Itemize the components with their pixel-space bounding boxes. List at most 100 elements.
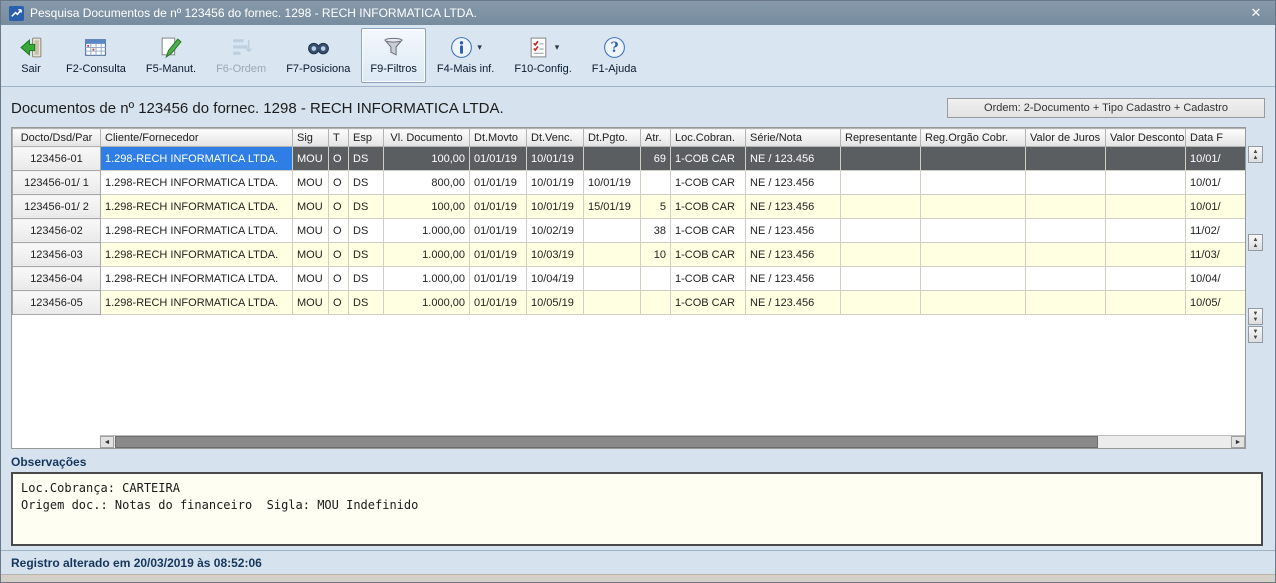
grid-cell[interactable]: [921, 195, 1026, 219]
grid-cell[interactable]: DS: [349, 267, 384, 291]
dropdown-arrow-icon[interactable]: ▾: [477, 42, 482, 53]
row-header-cell[interactable]: 123456-04: [13, 267, 101, 291]
grid-cell[interactable]: [584, 219, 641, 243]
column-header[interactable]: Vl. Documento: [384, 129, 470, 147]
grid-cell[interactable]: 11/03/: [1186, 243, 1247, 267]
grid-cell[interactable]: [1026, 171, 1106, 195]
table-row[interactable]: 123456-051.298-RECH INFORMATICA LTDA.MOU…: [13, 291, 1247, 315]
column-header[interactable]: Esp: [349, 129, 384, 147]
grid-cell[interactable]: O: [329, 147, 349, 171]
grid-cell[interactable]: 1-COB CAR: [671, 171, 746, 195]
grid-cell[interactable]: 10/04/: [1186, 267, 1247, 291]
grid-cell[interactable]: MOU: [293, 147, 329, 171]
toolbar-button-posiciona[interactable]: F7-Posiciona: [277, 28, 359, 83]
grid-cell[interactable]: 01/01/19: [470, 243, 527, 267]
table-row[interactable]: 123456-031.298-RECH INFORMATICA LTDA.MOU…: [13, 243, 1247, 267]
grid-cell[interactable]: MOU: [293, 243, 329, 267]
grid-cell[interactable]: [1106, 219, 1186, 243]
grid-cell[interactable]: MOU: [293, 291, 329, 315]
grid-cell[interactable]: [1026, 219, 1106, 243]
grid-cell[interactable]: 10/02/19: [527, 219, 584, 243]
table-row[interactable]: 123456-01/ 11.298-RECH INFORMATICA LTDA.…: [13, 171, 1247, 195]
grid-cell[interactable]: 38: [641, 219, 671, 243]
grid-cell[interactable]: [921, 219, 1026, 243]
grid-cell[interactable]: 1-COB CAR: [671, 291, 746, 315]
row-header-cell[interactable]: 123456-01/ 2: [13, 195, 101, 219]
grid-cell[interactable]: [1106, 243, 1186, 267]
grid-cell[interactable]: O: [329, 267, 349, 291]
column-header[interactable]: Docto/Dsd/Par: [13, 129, 101, 147]
grid-cell[interactable]: O: [329, 171, 349, 195]
grid-cell[interactable]: O: [329, 243, 349, 267]
grid-cell[interactable]: [584, 291, 641, 315]
grid-cell[interactable]: [1106, 267, 1186, 291]
grid-cell[interactable]: [641, 171, 671, 195]
grid-cell[interactable]: DS: [349, 291, 384, 315]
column-header[interactable]: Dt.Movto: [470, 129, 527, 147]
grid-cell[interactable]: 11/02/: [1186, 219, 1247, 243]
toolbar-button-config[interactable]: ▾F10-Config.: [505, 28, 580, 83]
toolbar-button-manut[interactable]: F5-Manut.: [137, 28, 205, 83]
grid-cell[interactable]: [1026, 195, 1106, 219]
column-header[interactable]: Sig: [293, 129, 329, 147]
toolbar-button-info[interactable]: ▾F4-Mais inf.: [428, 28, 503, 83]
column-header[interactable]: Dt.Pgto.: [584, 129, 641, 147]
table-row[interactable]: 123456-021.298-RECH INFORMATICA LTDA.MOU…: [13, 219, 1247, 243]
grid-cell[interactable]: 10/03/19: [527, 243, 584, 267]
column-header[interactable]: Reg.Orgão Cobr.: [921, 129, 1026, 147]
column-header[interactable]: Valor de Juros: [1026, 129, 1106, 147]
order-button[interactable]: Ordem: 2-Documento + Tipo Cadastro + Cad…: [947, 98, 1265, 118]
scroll-prior-button[interactable]: ▲▲: [1248, 234, 1263, 251]
grid-cell[interactable]: 15/01/19: [584, 195, 641, 219]
column-header[interactable]: T: [329, 129, 349, 147]
grid-cell[interactable]: 10: [641, 243, 671, 267]
grid-cell[interactable]: 1.298-RECH INFORMATICA LTDA.: [101, 195, 293, 219]
grid-cell[interactable]: 01/01/19: [470, 195, 527, 219]
grid-cell[interactable]: 01/01/19: [470, 171, 527, 195]
grid-cell[interactable]: [1026, 267, 1106, 291]
grid-cell[interactable]: 1.000,00: [384, 267, 470, 291]
grid-cell[interactable]: 1.298-RECH INFORMATICA LTDA.: [101, 291, 293, 315]
grid-cell[interactable]: 5: [641, 195, 671, 219]
grid-cell[interactable]: 1.298-RECH INFORMATICA LTDA.: [101, 147, 293, 171]
scroll-last-button[interactable]: ▼▼: [1248, 326, 1263, 343]
grid-cell[interactable]: 10/01/19: [527, 171, 584, 195]
grid-cell[interactable]: 1-COB CAR: [671, 219, 746, 243]
grid-cell[interactable]: [641, 291, 671, 315]
scroll-first-button[interactable]: ▲▲: [1248, 146, 1263, 163]
grid-cell[interactable]: NE / 123.456: [746, 243, 841, 267]
grid-cell[interactable]: 1-COB CAR: [671, 267, 746, 291]
close-icon[interactable]: ✕: [1245, 5, 1267, 21]
grid-cell[interactable]: 10/01/19: [584, 171, 641, 195]
table-row[interactable]: 123456-01/ 21.298-RECH INFORMATICA LTDA.…: [13, 195, 1247, 219]
row-header-cell[interactable]: 123456-02: [13, 219, 101, 243]
grid-cell[interactable]: [921, 267, 1026, 291]
grid-cell[interactable]: 10/01/: [1186, 195, 1247, 219]
grid-cell[interactable]: DS: [349, 243, 384, 267]
grid-cell[interactable]: DS: [349, 171, 384, 195]
grid-cell[interactable]: 1.000,00: [384, 243, 470, 267]
scroll-next-button[interactable]: ▼▼: [1248, 308, 1263, 325]
grid-cell[interactable]: 69: [641, 147, 671, 171]
grid-cell[interactable]: [921, 147, 1026, 171]
grid-cell[interactable]: 10/04/19: [527, 267, 584, 291]
grid-cell[interactable]: [841, 267, 921, 291]
table-row[interactable]: 123456-011.298-RECH INFORMATICA LTDA.MOU…: [13, 147, 1247, 171]
grid-cell[interactable]: NE / 123.456: [746, 195, 841, 219]
grid-cell[interactable]: NE / 123.456: [746, 147, 841, 171]
grid-cell[interactable]: MOU: [293, 219, 329, 243]
grid-cell[interactable]: 800,00: [384, 171, 470, 195]
grid-cell[interactable]: 10/05/19: [527, 291, 584, 315]
toolbar-button-help[interactable]: ?F1-Ajuda: [583, 28, 646, 83]
toolbar-button-consulta[interactable]: F2-Consulta: [57, 28, 135, 83]
grid-cell[interactable]: [584, 243, 641, 267]
row-header-cell[interactable]: 123456-03: [13, 243, 101, 267]
grid-cell[interactable]: 1.298-RECH INFORMATICA LTDA.: [101, 243, 293, 267]
grid-cell[interactable]: O: [329, 195, 349, 219]
row-header-cell[interactable]: 123456-05: [13, 291, 101, 315]
grid-cell[interactable]: DS: [349, 195, 384, 219]
grid-cell[interactable]: 01/01/19: [470, 147, 527, 171]
column-header[interactable]: Atr.: [641, 129, 671, 147]
grid-cell[interactable]: 10/05/: [1186, 291, 1247, 315]
grid-cell[interactable]: NE / 123.456: [746, 171, 841, 195]
